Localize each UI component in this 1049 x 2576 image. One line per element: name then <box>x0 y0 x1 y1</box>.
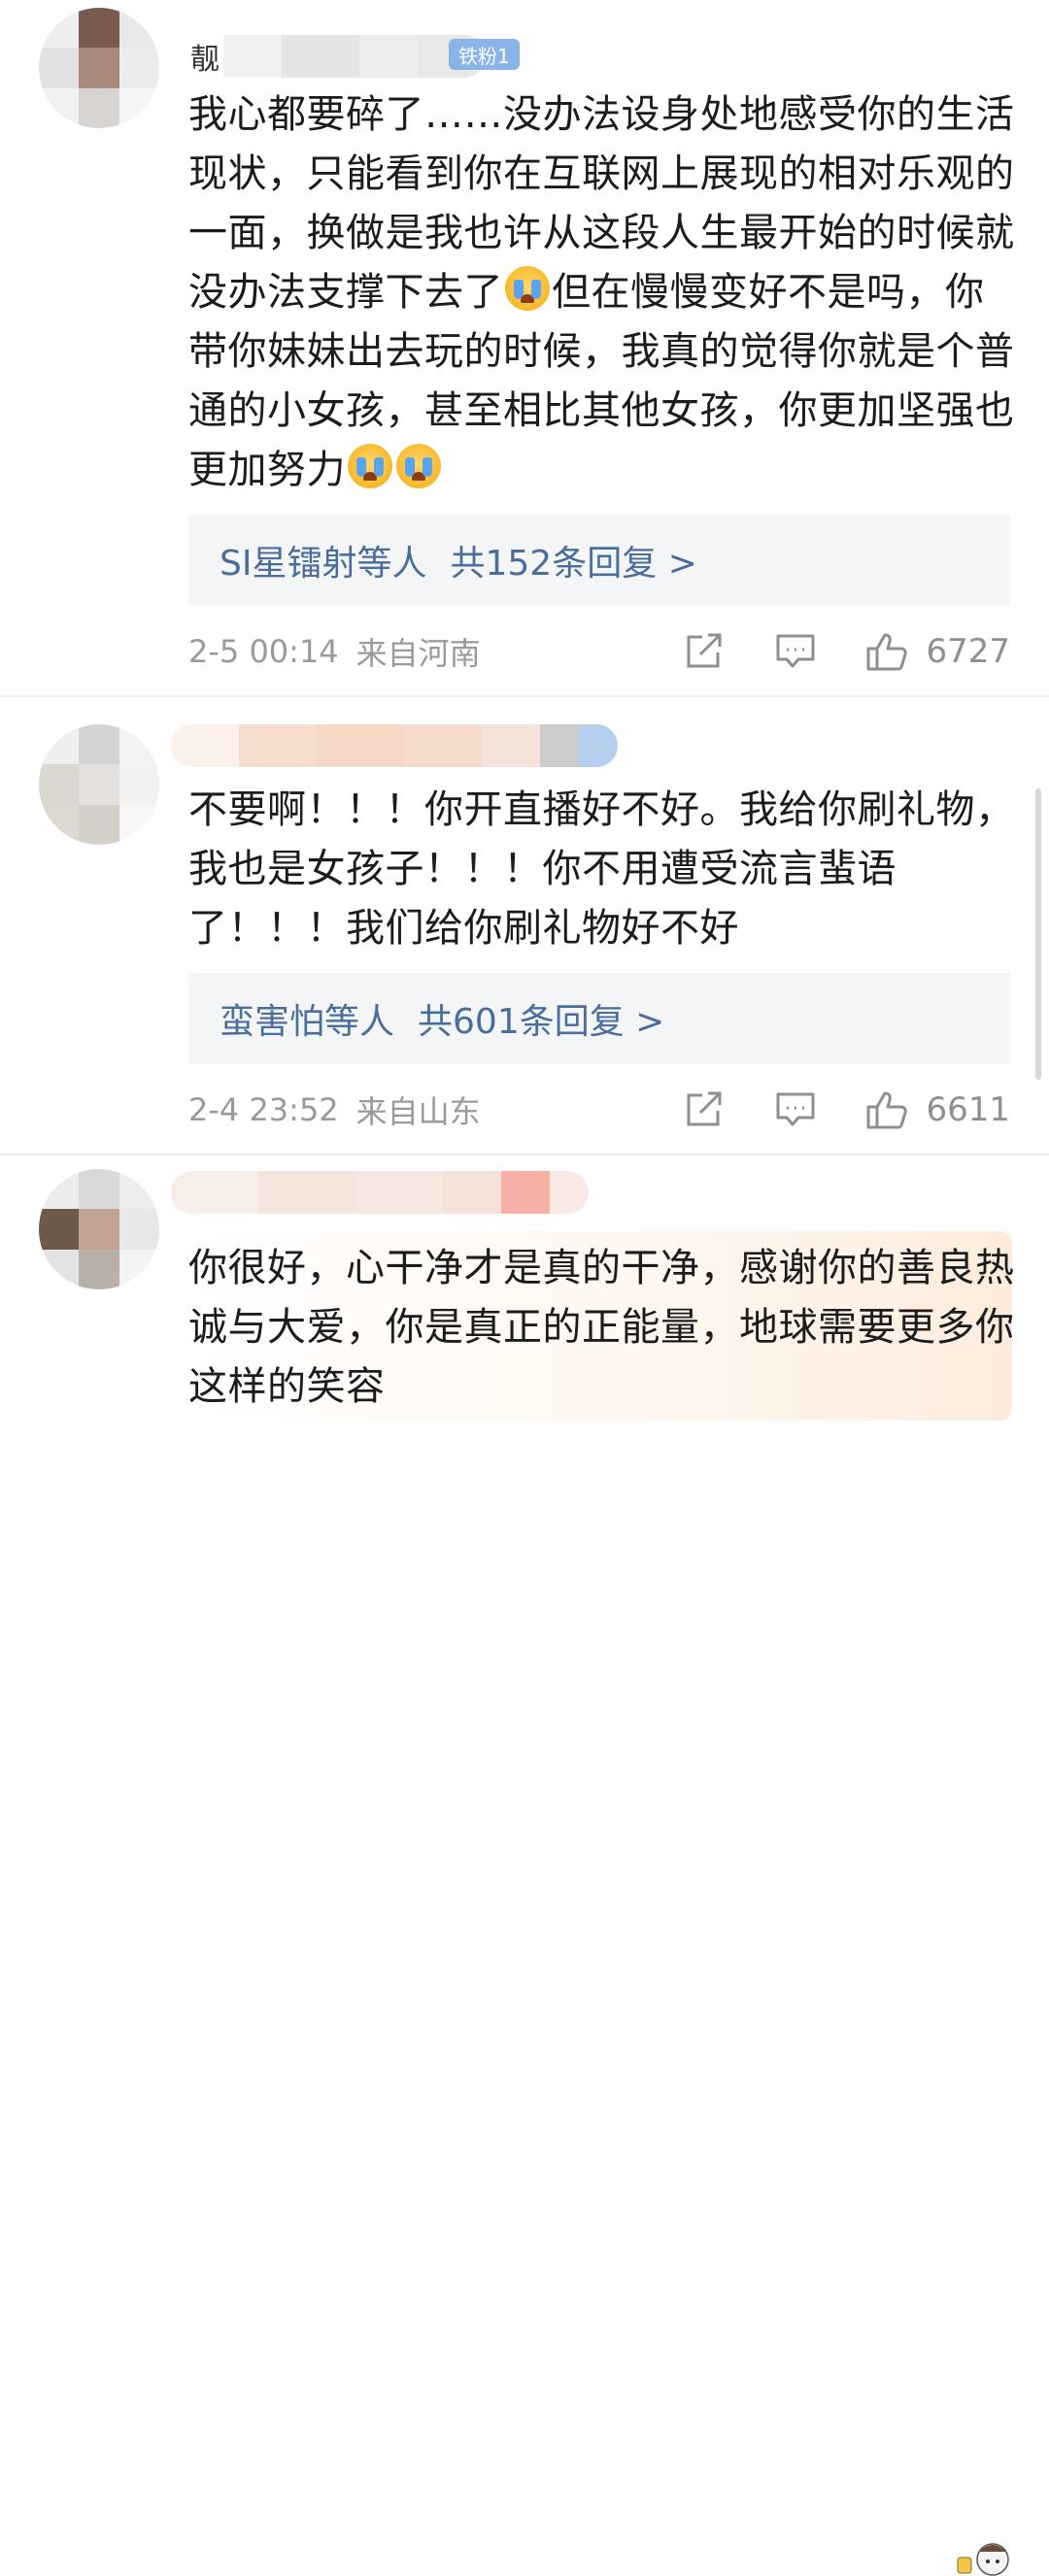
username-blurred <box>171 724 618 767</box>
avatar[interactable] <box>39 8 159 128</box>
avatar[interactable] <box>39 1169 159 1289</box>
like-button[interactable] <box>858 1086 916 1134</box>
crying-emoji-icon <box>505 266 550 311</box>
comment-2: 不要啊！！！你开直播好不好。我给你刷礼物，我也是女孩子！！！你不用遭受流言蜚语了… <box>0 697 1049 1154</box>
reply-users: SI星镭射等人 <box>220 544 427 584</box>
share-icon <box>687 1091 722 1126</box>
avatar[interactable] <box>39 724 159 845</box>
comment-icon <box>776 634 815 668</box>
location: 来自山东 <box>355 1093 481 1130</box>
comment-text: 不要啊！！！你开直播好不好。我给你刷礼物，我也是女孩子！！！你不用遭受流言蜚语了… <box>188 787 1015 951</box>
crying-emoji-icon <box>396 444 441 488</box>
username-blurred <box>171 1171 589 1214</box>
share-button[interactable] <box>675 1086 733 1134</box>
like-count: 6727 <box>926 632 1010 671</box>
replies-link[interactable]: 蛮害怕等人 共601条回复 > <box>188 973 1010 1064</box>
location: 来自河南 <box>355 635 481 672</box>
like-count: 6611 <box>926 1090 1010 1129</box>
comment-3: 你很好，心干净才是真的干净，感谢你的善良热诚与大爱，你是真正的正能量，地球需要更… <box>0 1155 1049 2576</box>
username-visible-char: 靓 <box>190 43 220 77</box>
comment-actions: 6611 <box>675 1086 1010 1134</box>
share-icon <box>687 633 722 668</box>
username-blurred <box>223 35 486 78</box>
crying-emoji-icon <box>348 444 392 488</box>
timestamp: 2-5 00:14 <box>188 633 339 670</box>
comment-1: 靓 铁粉1 我心都要碎了……没办法设身处地感受你的生活现状，只能看到你在互联网上… <box>0 0 1049 695</box>
comment-icon <box>776 1092 815 1126</box>
timestamp: 2-4 23:52 <box>188 1091 339 1128</box>
scrollbar[interactable] <box>1035 788 1041 1080</box>
like-button[interactable] <box>858 627 916 676</box>
comment-text: 我心都要碎了……没办法设身处地感受你的生活现状，只能看到你在互联网上展现的相对乐… <box>188 85 1020 500</box>
comment-text: 你很好，心干净才是真的干净，感谢你的善良热诚与大爱，你是真正的正能量，地球需要更… <box>188 1246 1015 1409</box>
reply-count: 共601条回复 > <box>418 1002 665 1042</box>
username[interactable] <box>171 1171 589 1214</box>
replies-link[interactable]: SI星镭射等人 共152条回复 > <box>188 515 1010 606</box>
share-button[interactable] <box>675 627 733 676</box>
comment-button[interactable] <box>766 1086 825 1134</box>
comment-actions: 6727 <box>675 627 1010 676</box>
username[interactable] <box>171 724 618 767</box>
username[interactable]: 靓 <box>190 35 486 78</box>
thumbs-up-icon <box>866 633 908 671</box>
anime-sticker-icon <box>957 2543 1009 2576</box>
thumbs-up-icon <box>866 1091 908 1129</box>
comment-button[interactable] <box>766 627 825 676</box>
reply-count: 共152条回复 > <box>450 544 697 584</box>
fan-badge: 铁粉1 <box>449 39 520 70</box>
reply-users: 蛮害怕等人 <box>220 1002 395 1042</box>
